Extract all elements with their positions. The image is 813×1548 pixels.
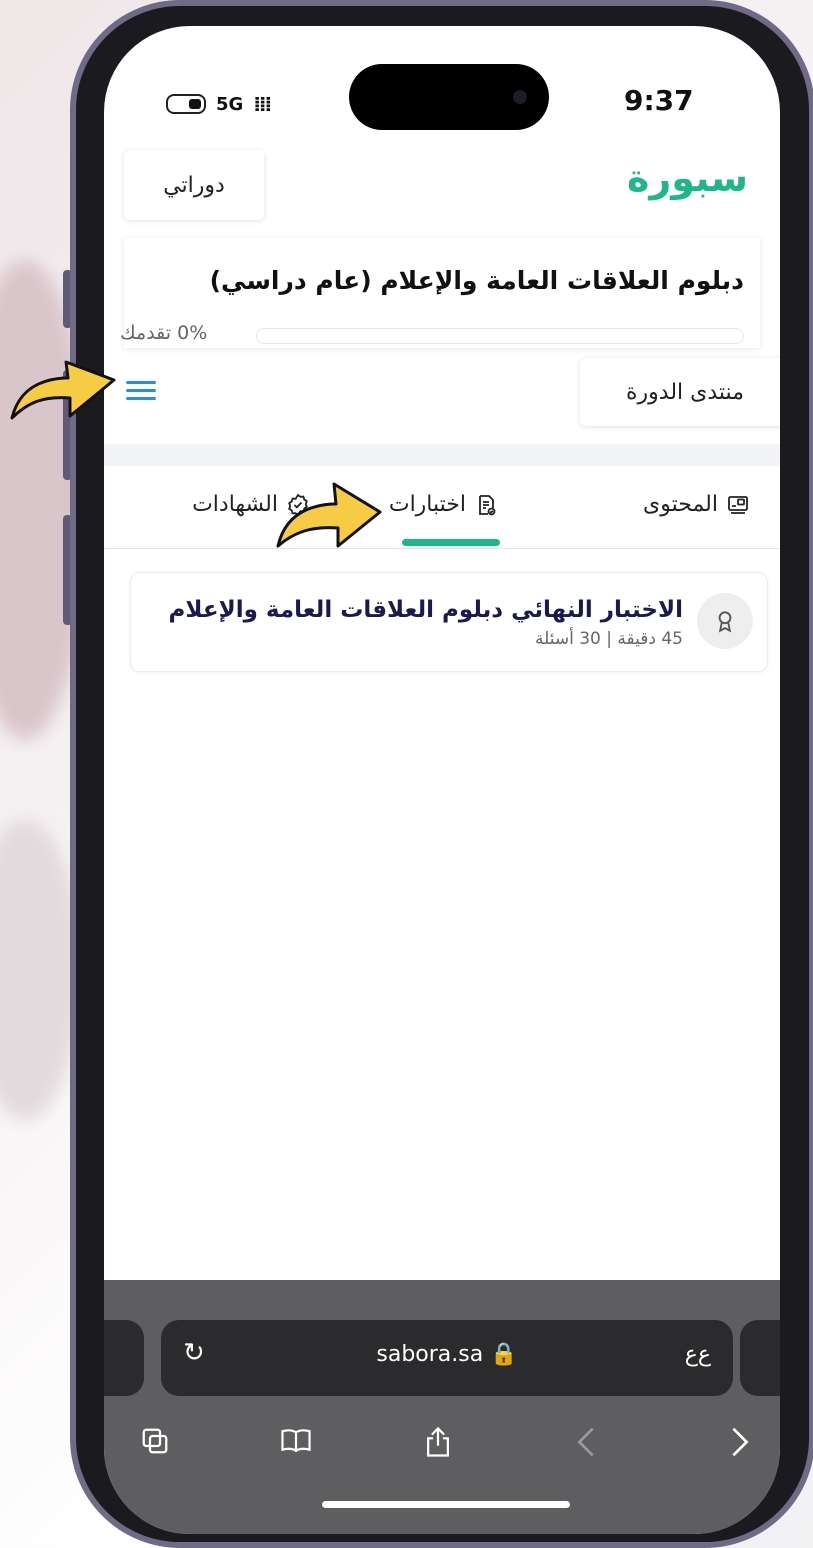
course-forum-button[interactable]: منتدى الدورة <box>580 358 780 426</box>
tab-content[interactable]: المحتوى <box>643 492 750 517</box>
tab-exams[interactable]: اختبارات <box>389 492 498 517</box>
progress-label: 0% تقدمك <box>120 322 208 344</box>
browser-nav-row <box>104 1418 780 1478</box>
url-text: sabora.sa 🔒 <box>376 1342 518 1367</box>
active-tab-indicator <box>402 539 500 546</box>
brand-logo[interactable]: سبورة <box>627 156 748 200</box>
signal-icon: ⁞⁞⁞ <box>253 92 272 116</box>
home-indicator <box>322 1501 570 1508</box>
tab-label: اختبارات <box>388 492 466 517</box>
next-tab-preview[interactable] <box>740 1320 780 1396</box>
annotation-arrow-menu <box>10 360 116 420</box>
share-icon[interactable] <box>424 1426 452 1466</box>
exam-title: الاختبار النهائي دبلوم العلاقات العامة و… <box>168 597 683 623</box>
exam-meta: 45 دقيقة | 30 أسئلة <box>534 629 683 649</box>
browser-toolbar: ↻ sabora.sa 🔒 ﻉﻉ <box>104 1280 780 1534</box>
prev-tab-preview[interactable] <box>104 1320 144 1396</box>
content-icon <box>728 495 748 514</box>
progress-row: 0% تقدمك <box>120 322 760 348</box>
course-card: دبلوم العلاقات العامة والإعلام (عام دراس… <box>120 238 760 348</box>
back-icon[interactable] <box>576 1426 596 1466</box>
course-title: دبلوم العلاقات العامة والإعلام (عام دراس… <box>209 266 744 295</box>
status-bar: 5G ⁞⁞⁞ 9:37 <box>104 26 780 136</box>
annotation-arrow-exams <box>276 482 382 548</box>
tabs-icon[interactable] <box>140 1426 170 1464</box>
progress-bar <box>256 328 744 344</box>
camera-icon <box>513 90 527 104</box>
status-time: 9:37 <box>624 84 694 117</box>
tab-label: المحتوى <box>643 492 718 517</box>
background-blur-shape <box>0 820 80 1120</box>
my-courses-button[interactable]: دوراتي <box>124 150 264 220</box>
hamburger-menu-icon[interactable] <box>126 376 156 406</box>
exam-list-item[interactable]: الاختبار النهائي دبلوم العلاقات العامة و… <box>130 572 768 672</box>
address-bar[interactable]: ↻ sabora.sa 🔒 ﻉﻉ <box>161 1320 733 1396</box>
phone-screen: 5G ⁞⁞⁞ 9:37 سبورة دوراتي دبلوم العلاقات … <box>104 26 780 1534</box>
battery-icon <box>166 94 206 114</box>
exam-doc-icon <box>479 494 496 515</box>
tab-label: الشهادات <box>192 492 278 517</box>
phone-frame: 5G ⁞⁞⁞ 9:37 سبورة دوراتي دبلوم العلاقات … <box>70 0 813 1548</box>
award-icon <box>697 593 753 649</box>
status-left: 5G ⁞⁞⁞ <box>166 92 272 116</box>
reader-mode-button[interactable]: ﻉﻉ <box>685 1342 711 1367</box>
forward-icon[interactable] <box>730 1426 750 1466</box>
network-label: 5G <box>216 93 244 115</box>
course-tabs: المحتوى اختبارات الشهادات <box>104 466 780 549</box>
section-divider <box>104 444 780 466</box>
dynamic-island <box>349 64 549 130</box>
bookmarks-icon[interactable] <box>280 1426 312 1464</box>
